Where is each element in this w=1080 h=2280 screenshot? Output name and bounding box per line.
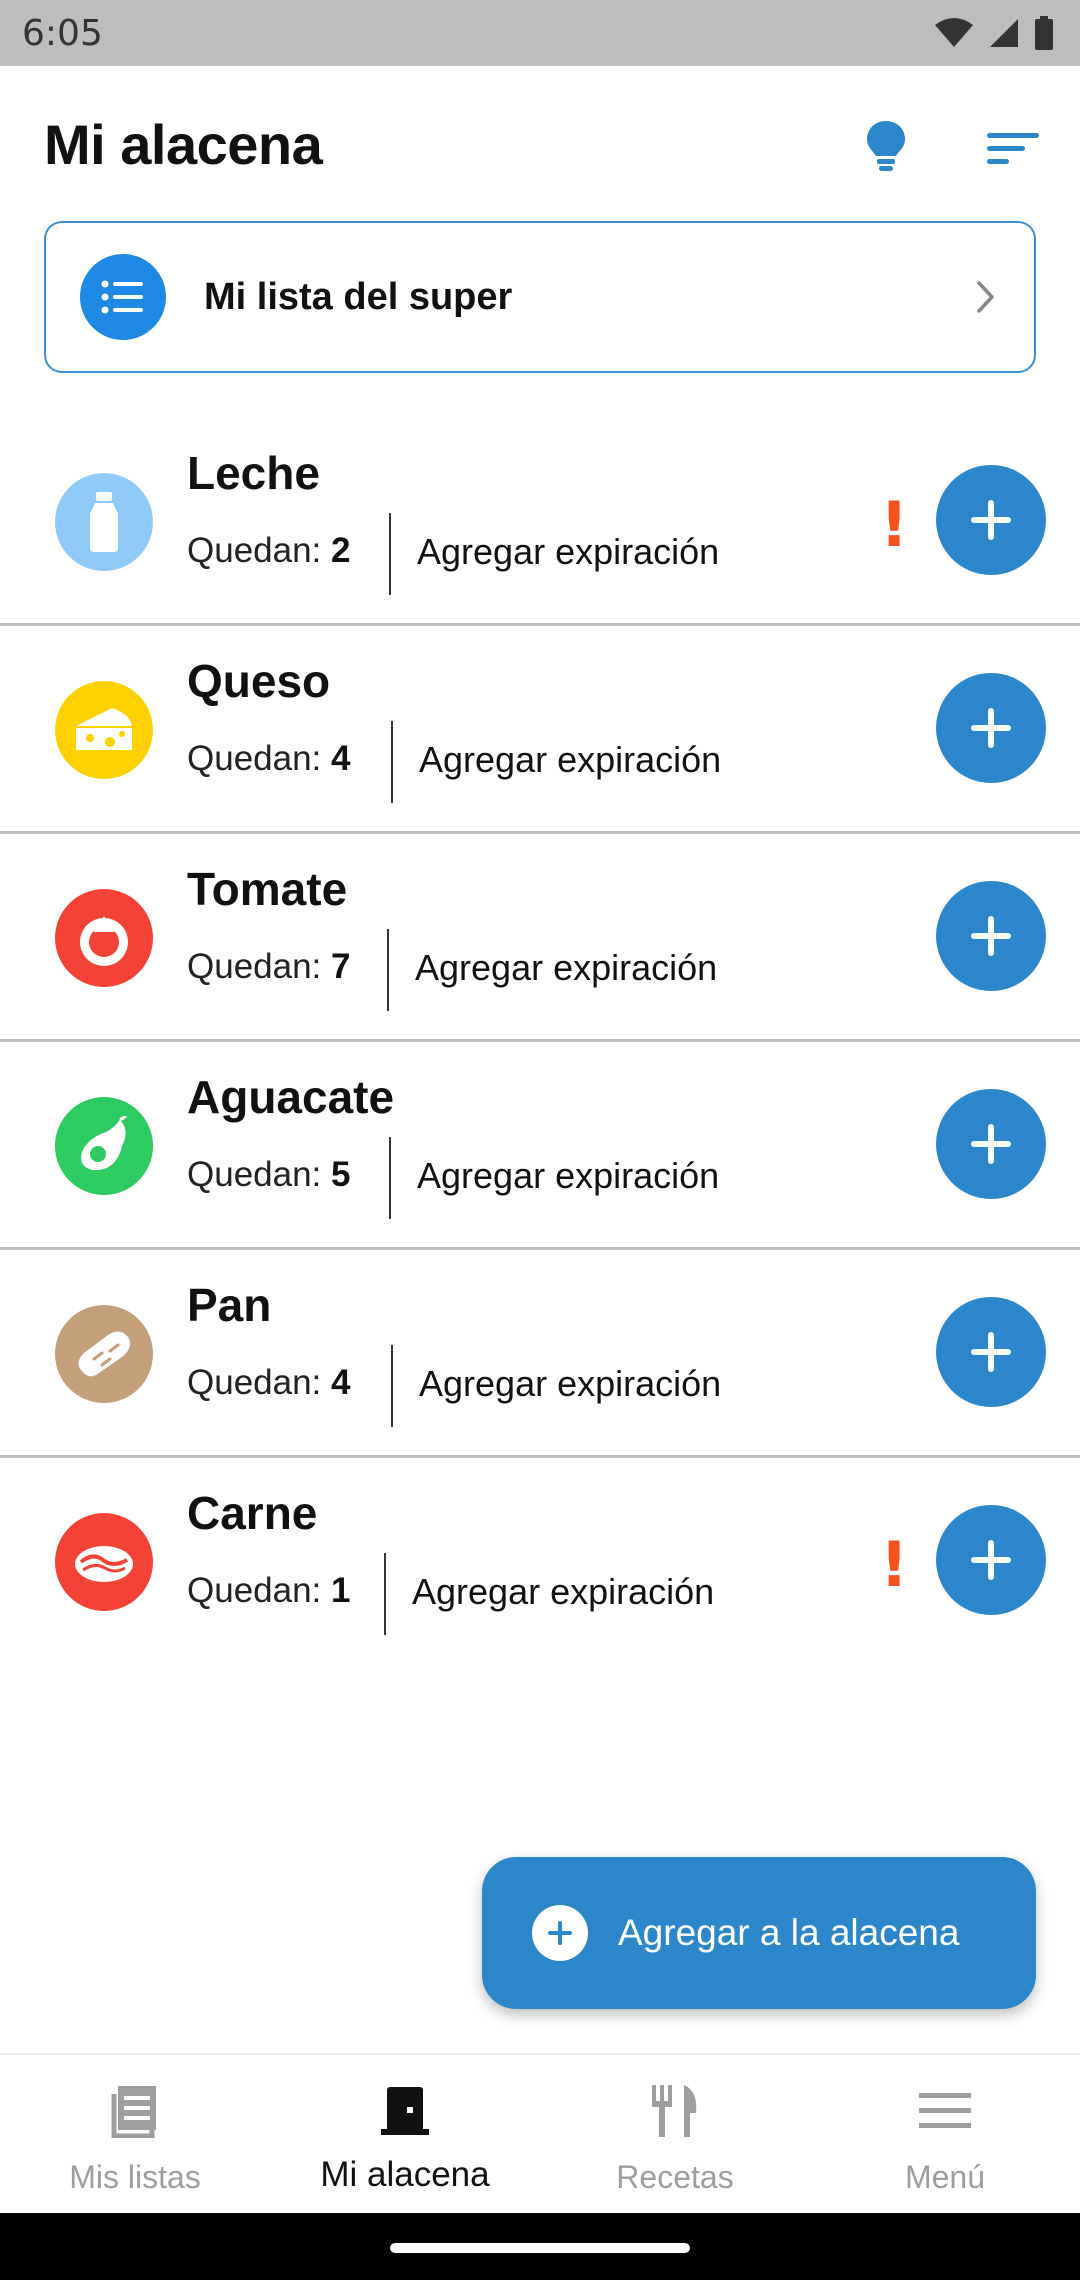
divider (387, 929, 389, 1011)
nav-label: Recetas (616, 2159, 734, 2195)
add-quantity-button[interactable] (936, 1505, 1046, 1615)
sort-button[interactable] (980, 122, 1046, 176)
add-expiration-link[interactable]: Agregar expiración (419, 1363, 721, 1405)
nav-recetas[interactable]: Recetas (540, 2055, 810, 2213)
nav-mi-alacena[interactable]: Mi alacena (270, 2055, 540, 2213)
plus-icon (971, 500, 1011, 540)
item-quantity: Quedan: 2 (187, 531, 351, 570)
add-expiration-link[interactable]: Agregar expiración (419, 739, 721, 781)
page-title: Mi alacena (44, 113, 323, 176)
app-header: Mi alacena (0, 66, 1080, 216)
plus-icon (971, 708, 1011, 748)
add-quantity-button[interactable] (936, 465, 1046, 575)
pantry-item-pan[interactable]: Pan Quedan: 4 Agregar expiración (0, 1250, 1080, 1458)
pantry-item-tomate[interactable]: Tomate Quedan: 7 Agregar expiración (0, 834, 1080, 1042)
item-name: Aguacate (187, 1071, 395, 1123)
item-name: Queso (187, 655, 331, 707)
status-bar: 6:05 (0, 0, 1080, 66)
pantry-item-leche[interactable]: Leche Quedan: 2 Agregar expiración ! (0, 418, 1080, 626)
battery-icon (1035, 16, 1053, 50)
plus-icon (971, 916, 1011, 956)
divider (384, 1553, 386, 1635)
fork-knife-icon (652, 2085, 697, 2137)
nav-label: Mi alacena (320, 2155, 490, 2194)
avocado-icon (55, 1097, 153, 1195)
pantry-icon (381, 2087, 429, 2135)
nav-label: Mis listas (69, 2159, 201, 2195)
pantry-item-aguacate[interactable]: Aguacate Quedan: 5 Agregar expiración (0, 1042, 1080, 1250)
add-expiration-link[interactable]: Agregar expiración (417, 531, 719, 573)
item-quantity: Quedan: 5 (187, 1155, 351, 1194)
plus-circle-icon (532, 1905, 588, 1961)
add-quantity-button[interactable] (936, 673, 1046, 783)
add-quantity-button[interactable] (936, 881, 1046, 991)
signal-icon (990, 19, 1018, 47)
item-name: Tomate (187, 863, 348, 915)
system-nav-bar (0, 2213, 1080, 2280)
status-time: 6:05 (22, 12, 103, 54)
add-expiration-link[interactable]: Agregar expiración (412, 1571, 714, 1613)
add-to-pantry-button[interactable]: Agregar a la alacena (482, 1857, 1036, 2009)
expiration-warning-icon: ! (880, 1528, 909, 1601)
item-quantity: Quedan: 4 (187, 739, 351, 778)
add-expiration-link[interactable]: Agregar expiración (417, 1155, 719, 1197)
shopping-list-label: Mi lista del super (204, 275, 513, 318)
add-expiration-link[interactable]: Agregar expiración (415, 947, 717, 989)
divider (391, 721, 393, 803)
nav-label: Menú (904, 2159, 986, 2195)
divider (389, 513, 391, 595)
pantry-item-carne[interactable]: Carne Quedan: 1 Agregar expiración ! (0, 1458, 1080, 1666)
item-name: Pan (187, 1279, 272, 1331)
chevron-right-icon (976, 280, 996, 314)
expiration-warning-icon: ! (880, 488, 909, 561)
milk-bottle-icon (55, 473, 153, 571)
divider (389, 1137, 391, 1219)
bread-icon (55, 1305, 153, 1403)
pantry-item-queso[interactable]: Queso Quedan: 4 Agregar expiración (0, 626, 1080, 834)
plus-icon (971, 1124, 1011, 1164)
nav-mis-listas[interactable]: Mis listas (0, 2055, 270, 2213)
item-quantity: Quedan: 1 (187, 1571, 351, 1610)
sort-icon (987, 133, 1039, 164)
shopping-list-card[interactable]: Mi lista del super (44, 221, 1036, 373)
home-gesture-handle[interactable] (390, 2243, 690, 2253)
divider (391, 1345, 393, 1427)
nav-menu[interactable]: Menú (810, 2055, 1080, 2213)
cheese-icon (55, 681, 153, 779)
item-quantity: Quedan: 7 (187, 947, 351, 986)
plus-icon (971, 1332, 1011, 1372)
hamburger-menu-icon (919, 2093, 971, 2128)
steak-icon (55, 1513, 153, 1611)
add-quantity-button[interactable] (936, 1297, 1046, 1407)
plus-icon (971, 1540, 1011, 1580)
bottom-navigation: Mis listas Mi alacena Recetas Menú (0, 2053, 1080, 2213)
add-to-pantry-label: Agregar a la alacena (618, 1912, 960, 1953)
status-icons (934, 16, 1054, 50)
tips-button[interactable] (856, 114, 916, 180)
list-icon (80, 254, 166, 340)
add-quantity-button[interactable] (936, 1089, 1046, 1199)
tomato-icon (55, 889, 153, 987)
lightbulb-icon (867, 121, 905, 171)
item-name: Leche (187, 447, 320, 499)
item-quantity: Quedan: 4 (187, 1363, 351, 1402)
list-document-icon (111, 2086, 156, 2138)
item-name: Carne (187, 1487, 318, 1539)
wifi-icon (935, 18, 973, 47)
